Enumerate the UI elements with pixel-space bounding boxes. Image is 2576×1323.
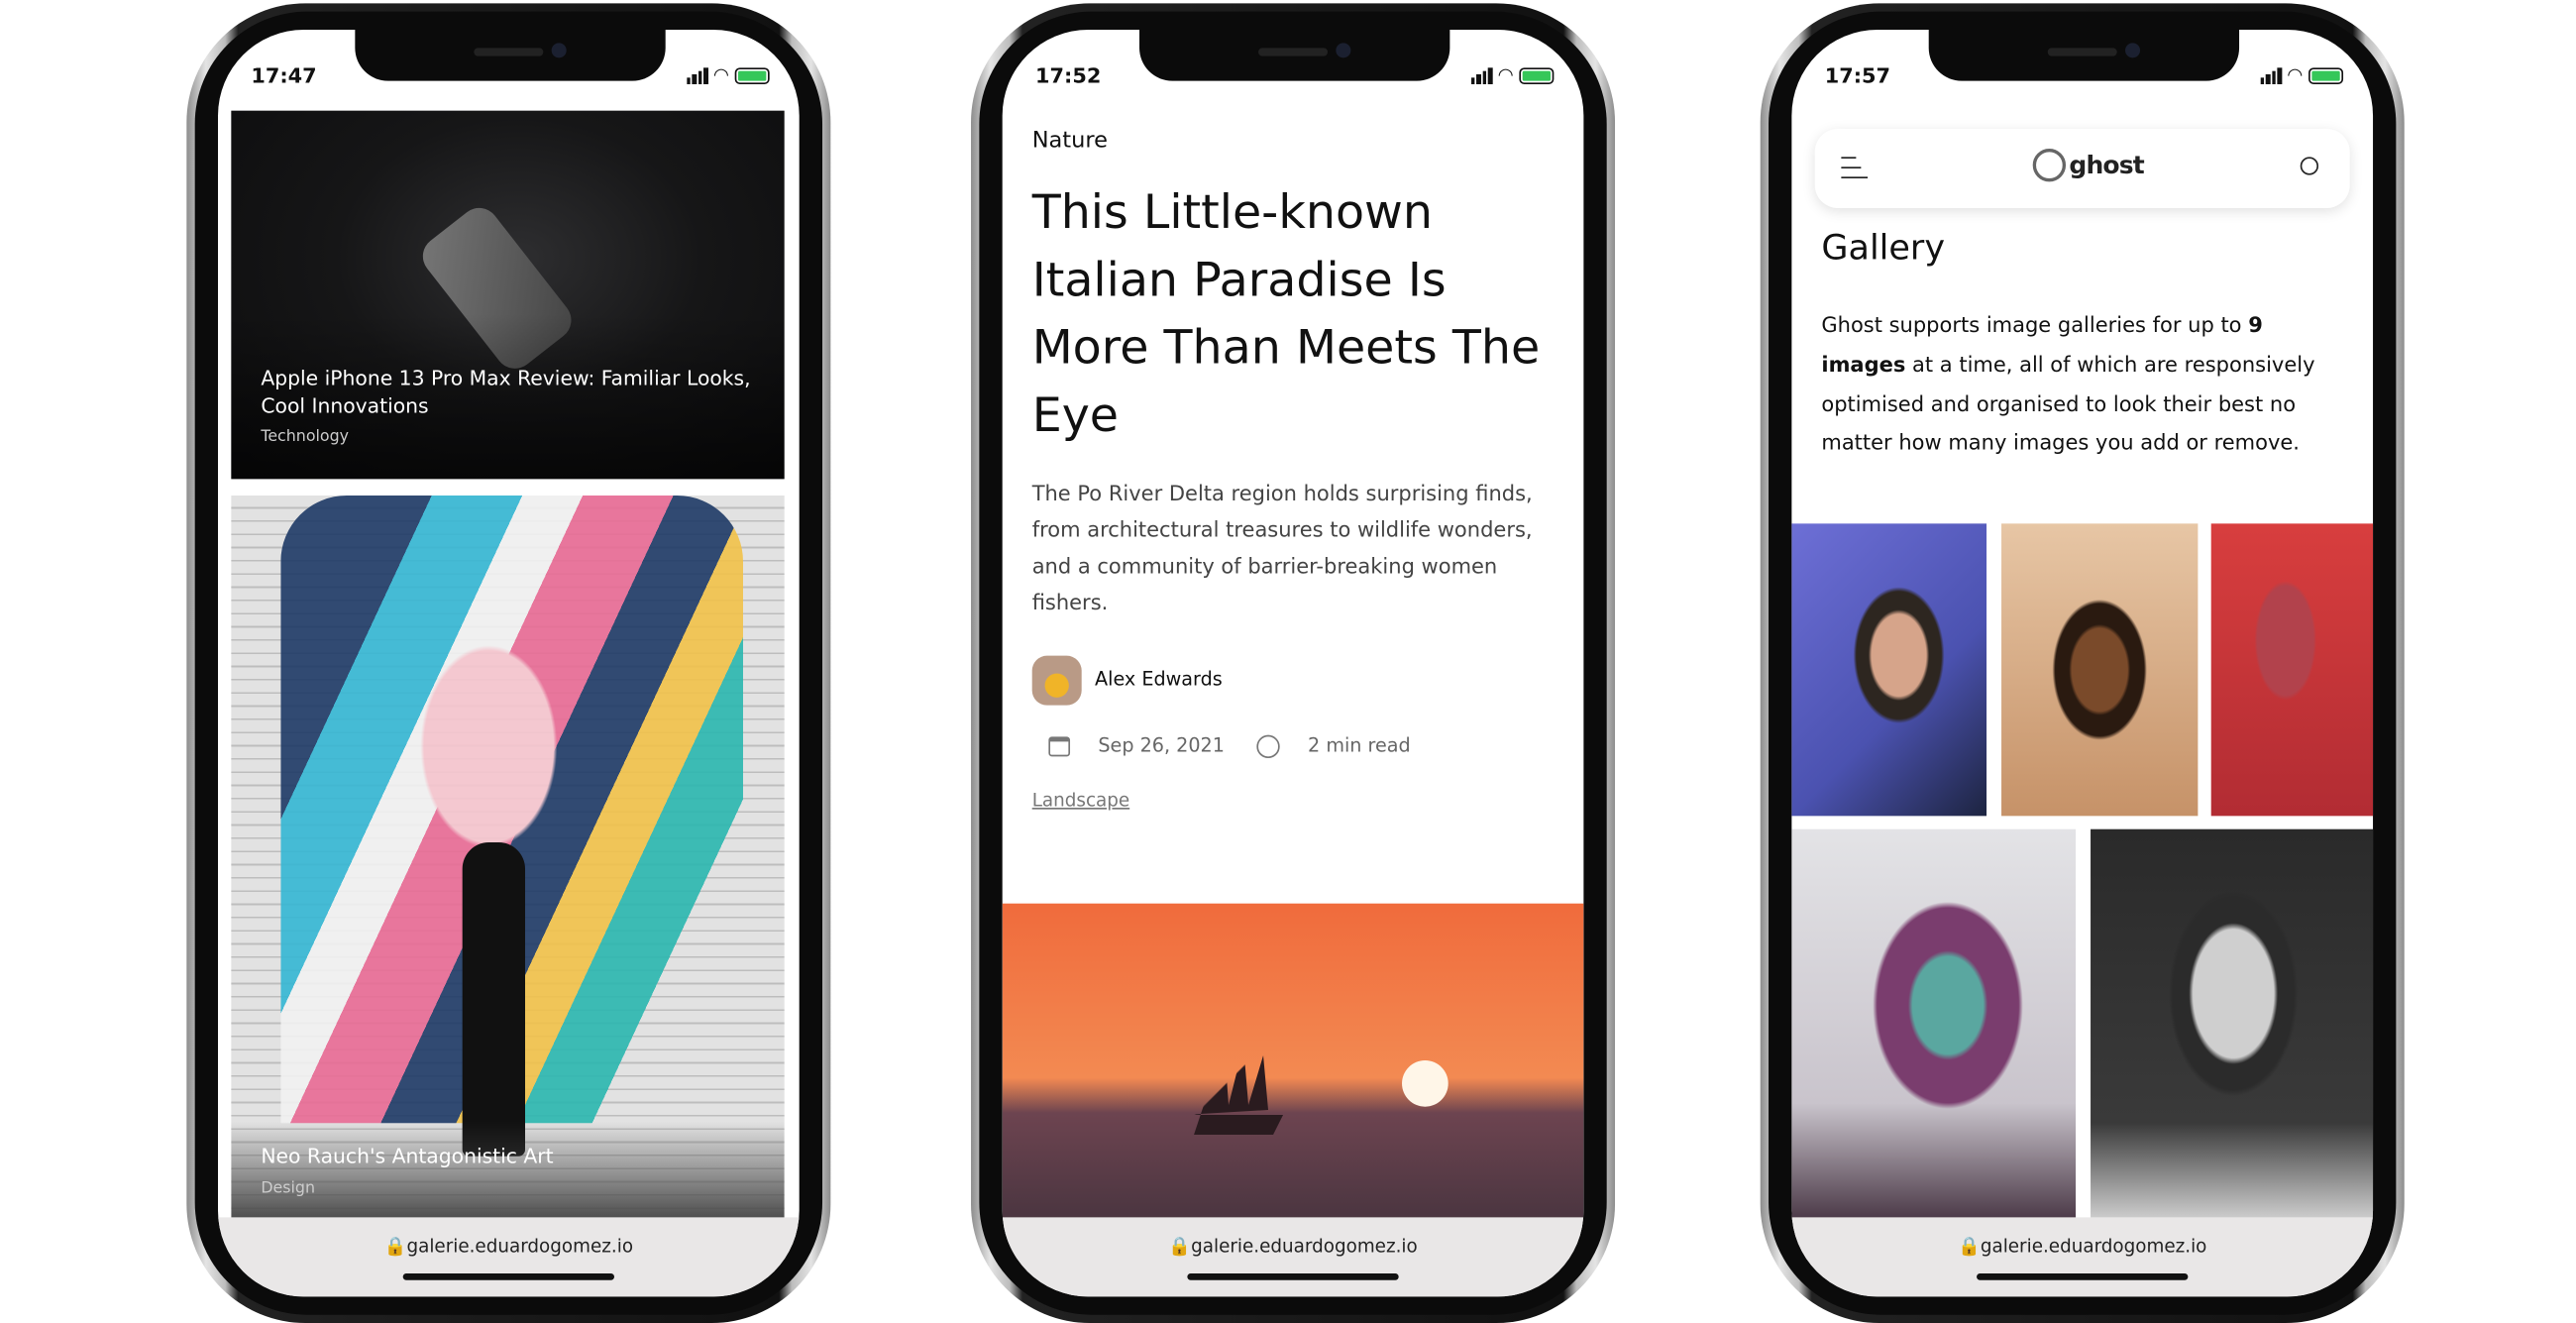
author-name[interactable]: Alex Edwards — [1095, 667, 1223, 690]
screen: 17:57 ◠ ghost Gallery Ghost supports ima… — [1791, 30, 2374, 1297]
post-title[interactable]: Neo Rauch's Antagonistic Art — [261, 1143, 553, 1170]
url-text: galerie.eduardogomez.io — [1980, 1235, 2207, 1258]
post-category[interactable]: Design — [261, 1179, 315, 1197]
signal-icon — [1470, 66, 1492, 84]
read-time: 2 min read — [1308, 733, 1411, 757]
hamburger-icon[interactable] — [1841, 157, 1869, 180]
page-heading: Gallery — [1821, 228, 1946, 269]
address-bar[interactable]: 🔒galerie.eduardogomez.io — [1002, 1217, 1584, 1297]
post-title: This Little-known Italian Paradise Is Mo… — [1031, 184, 1541, 443]
gallery-description: Ghost supports image galleries for up to… — [1821, 312, 2315, 455]
signal-icon — [2259, 66, 2282, 84]
camera-icon — [1336, 43, 1351, 58]
lock-icon: 🔒 — [383, 1235, 407, 1258]
post-category[interactable]: Technology — [261, 428, 349, 446]
phone-2: 17:52 ◠ Nature This Little-known Italian… — [971, 3, 1616, 1323]
status-time: 17:57 — [1824, 62, 1891, 88]
address-bar[interactable]: 🔒galerie.eduardogomez.io — [218, 1217, 800, 1297]
phone-1: 17:47 ◠ Apple iPhone 13 Pro Max Review: … — [186, 3, 831, 1323]
post-card[interactable]: Apple iPhone 13 Pro Max Review: Familiar… — [231, 110, 785, 480]
camera-icon — [2125, 43, 2141, 58]
post-date: Sep 26, 2021 — [1098, 733, 1225, 757]
post-title[interactable]: Apple iPhone 13 Pro Max Review: Familiar… — [261, 365, 756, 421]
status-time: 17:47 — [251, 62, 317, 88]
clock-icon — [1256, 734, 1280, 759]
url-text: galerie.eduardogomez.io — [406, 1235, 634, 1258]
home-indicator[interactable] — [1187, 1273, 1399, 1280]
lock-icon: 🔒 — [1168, 1235, 1192, 1258]
screen: 17:47 ◠ Apple iPhone 13 Pro Max Review: … — [218, 30, 800, 1297]
post-excerpt: The Po River Delta region holds surprisi… — [1031, 481, 1533, 615]
calendar-icon — [1048, 736, 1071, 757]
search-icon[interactable] — [2300, 157, 2319, 175]
gallery-image[interactable] — [2001, 523, 2199, 817]
screen: 17:52 ◠ Nature This Little-known Italian… — [1002, 30, 1584, 1297]
wifi-icon: ◠ — [1498, 64, 1513, 86]
post-card[interactable]: Neo Rauch's Antagonistic Art Design — [231, 496, 785, 1221]
gallery-image[interactable] — [1791, 828, 2077, 1221]
home-indicator[interactable] — [1977, 1273, 2189, 1280]
battery-icon — [1519, 66, 1555, 84]
author-avatar[interactable] — [1031, 655, 1082, 706]
gallery-image[interactable] — [1791, 523, 1987, 817]
gallery-image[interactable] — [2091, 828, 2374, 1221]
phone-3: 17:57 ◠ ghost Gallery Ghost supports ima… — [1760, 3, 2405, 1323]
walking-person — [462, 842, 526, 1157]
battery-icon — [2308, 66, 2344, 84]
signal-icon — [686, 66, 708, 84]
site-header: ghost — [1814, 129, 2350, 209]
camera-icon — [551, 43, 567, 58]
gallery-image[interactable] — [2210, 523, 2374, 817]
post-tag[interactable]: Nature — [1032, 127, 1108, 154]
wifi-icon: ◠ — [2288, 64, 2303, 86]
landscape-link[interactable]: Landscape — [1032, 790, 1129, 812]
home-indicator[interactable] — [402, 1273, 615, 1280]
url-text: galerie.eduardogomez.io — [1191, 1235, 1418, 1258]
lock-icon: 🔒 — [1957, 1235, 1981, 1258]
status-time: 17:52 — [1035, 62, 1102, 88]
wifi-icon: ◠ — [713, 64, 729, 86]
ghost-logo[interactable]: ghost — [2032, 149, 2145, 182]
logo-text: ghost — [2069, 150, 2144, 180]
address-bar[interactable]: 🔒galerie.eduardogomez.io — [1791, 1217, 2374, 1297]
battery-icon — [734, 66, 770, 84]
sunset-image — [1002, 903, 1584, 1221]
